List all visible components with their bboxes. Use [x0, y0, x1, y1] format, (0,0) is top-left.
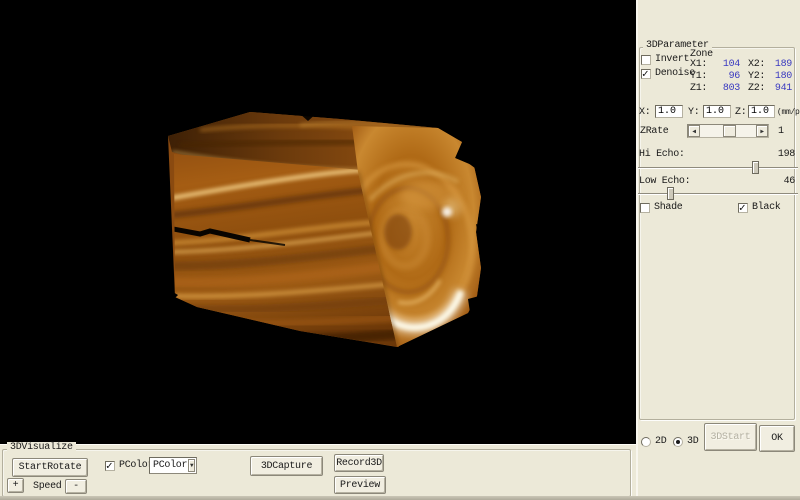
preview-button[interactable]: Preview — [334, 476, 386, 494]
volume-render — [0, 0, 636, 444]
hi-echo-label: Hi Echo: — [639, 149, 685, 160]
black-label: Black — [752, 202, 781, 213]
scale-x-label: X: — [639, 107, 650, 118]
hi-echo-track — [638, 167, 798, 169]
speed-minus-button[interactable]: - — [65, 479, 87, 494]
invert-label: Invert — [655, 54, 689, 65]
scale-unit-label: (mm/p) — [777, 108, 800, 117]
zone-x2-label: X2: — [748, 59, 765, 70]
zone-z2-value: 941 — [768, 83, 792, 94]
denoise-checkbox[interactable] — [641, 69, 651, 79]
zone-y2-value: 180 — [768, 71, 792, 82]
shade-checkbox-row[interactable]: Shade — [640, 202, 683, 213]
hi-echo-value: 198 — [778, 149, 795, 160]
zone-y2-label: Y2: — [748, 71, 765, 82]
low-echo-thumb[interactable] — [667, 187, 674, 200]
zrate-left-arrow-icon[interactable]: ◀ — [688, 125, 700, 137]
speed-label: Speed — [33, 481, 62, 492]
pcolor-dropdown-value: PColor — [150, 460, 187, 471]
zone-x1-value: 104 — [712, 59, 740, 70]
record3d-button[interactable]: Record3D — [334, 454, 384, 472]
black-checkbox[interactable] — [738, 203, 748, 213]
visualize-panel: 3DVisualize StartRotate + Speed - PColor… — [0, 444, 636, 500]
invert-checkbox[interactable] — [641, 55, 651, 65]
zrate-right-arrow-icon[interactable]: ▶ — [756, 125, 768, 137]
radio-2d-label: 2D — [655, 436, 666, 447]
radio-3d-label: 3D — [687, 436, 698, 447]
hi-echo-slider[interactable] — [638, 160, 798, 175]
zone-y1-value: 96 — [712, 71, 740, 82]
black-checkbox-row[interactable]: Black — [738, 202, 781, 213]
shade-checkbox[interactable] — [640, 203, 650, 213]
denoise-label: Denoise — [655, 68, 695, 79]
hi-echo-thumb[interactable] — [752, 161, 759, 174]
pcolor-checkbox[interactable] — [105, 461, 115, 471]
denoise-checkbox-row[interactable]: Denoise — [641, 68, 695, 79]
3dcapture-button[interactable]: 3DCapture — [250, 456, 323, 476]
3dstart-button[interactable]: 3DStart — [704, 423, 757, 451]
zone-y1-label: Y1: — [690, 71, 707, 82]
window-bottom-edge — [0, 496, 800, 500]
zrate-value: 1 — [778, 126, 784, 137]
zrate-scrollbar[interactable]: ◀ ▶ — [687, 124, 769, 138]
dropdown-arrow-icon[interactable]: ▼ — [188, 459, 195, 472]
visualize-group-title: 3DVisualize — [7, 442, 76, 453]
scale-x-input[interactable] — [655, 105, 683, 118]
radio-2d-circle[interactable] — [641, 437, 651, 447]
zone-x2-value: 189 — [768, 59, 792, 70]
zrate-label: ZRate — [640, 126, 669, 137]
zone-z2-label: Z2: — [748, 83, 765, 94]
scale-z-label: Z: — [735, 107, 746, 118]
speed-plus-button[interactable]: + — [7, 478, 24, 493]
parameter-panel: 3DParameter Invert Denoise Zone X1: 104 … — [636, 0, 800, 500]
radio-3d[interactable]: 3D — [673, 436, 698, 447]
3d-viewport[interactable] — [0, 0, 636, 444]
scale-y-input[interactable] — [703, 105, 731, 118]
start-rotate-button[interactable]: StartRotate — [12, 458, 88, 477]
ok-button[interactable]: OK — [759, 425, 795, 452]
app-window: 3DParameter Invert Denoise Zone X1: 104 … — [0, 0, 800, 500]
scale-y-label: Y: — [688, 107, 699, 118]
pcolor-checkbox-row[interactable]: PColor — [105, 460, 153, 471]
zrate-thumb[interactable] — [723, 125, 736, 137]
zone-z1-value: 803 — [712, 83, 740, 94]
radio-3d-circle[interactable] — [673, 437, 683, 447]
invert-checkbox-row[interactable]: Invert — [641, 54, 689, 65]
low-echo-slider[interactable] — [638, 186, 798, 201]
radio-2d[interactable]: 2D — [641, 436, 666, 447]
scale-z-input[interactable] — [748, 105, 775, 118]
pcolor-dropdown[interactable]: PColor ▼ — [149, 457, 197, 474]
zone-x1-label: X1: — [690, 59, 707, 70]
parameter-groupbox: 3DParameter — [639, 47, 795, 420]
low-echo-track — [638, 193, 798, 195]
zone-z1-label: Z1: — [690, 83, 707, 94]
shade-label: Shade — [654, 202, 683, 213]
